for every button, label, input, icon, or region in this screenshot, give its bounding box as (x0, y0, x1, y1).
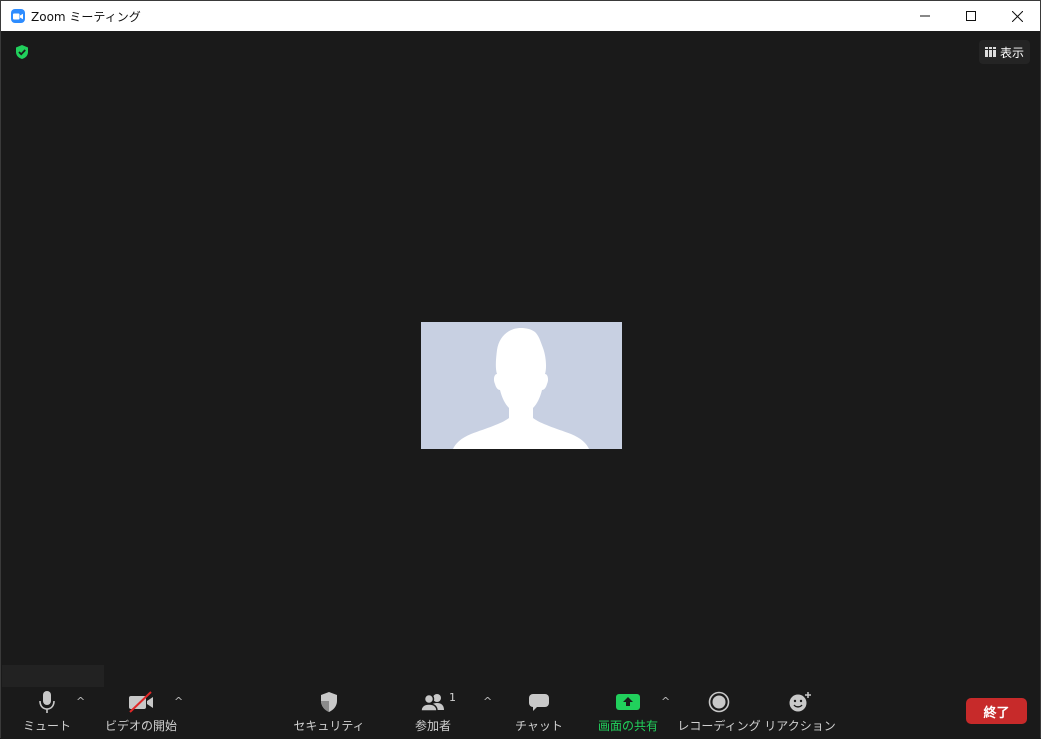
share-screen-button[interactable]: 画面の共有 (594, 689, 662, 737)
zoom-meeting-window: Zoom ミーティング 表示 ミュート ^ ビデオの開始 ^ セキュリティ 参加… (0, 0, 1041, 739)
view-label: 表示 (999, 45, 1024, 60)
mute-label: ミュート (23, 719, 72, 733)
grid-view-icon (984, 47, 996, 57)
video-label: ビデオの開始 (104, 719, 177, 733)
share-options-caret[interactable]: ^ (661, 695, 670, 708)
audio-options-caret[interactable]: ^ (76, 695, 85, 708)
minimize-button[interactable] (902, 1, 948, 31)
recording-button[interactable]: レコーディング (677, 689, 761, 737)
participants-count: 1 (449, 691, 456, 704)
reactions-label: リアクション (764, 719, 836, 733)
start-video-button[interactable]: ビデオの開始 (103, 689, 179, 737)
video-off-icon (127, 689, 155, 715)
participants-icon (420, 689, 446, 715)
title-bar: Zoom ミーティング (1, 1, 1040, 31)
chat-button[interactable]: チャット (515, 689, 563, 737)
window-title: Zoom ミーティング (31, 9, 141, 24)
mute-button[interactable]: ミュート (23, 689, 71, 737)
window-controls (902, 1, 1040, 31)
participants-label: 参加者 (414, 719, 451, 733)
end-meeting-label: 終了 (983, 705, 1010, 721)
participant-name-bar (2, 665, 104, 687)
view-button[interactable]: 表示 (978, 40, 1030, 64)
smiley-add-icon (788, 689, 812, 715)
maximize-button[interactable] (948, 1, 994, 31)
maximize-icon (966, 11, 976, 21)
zoom-app-icon (11, 9, 25, 23)
participants-options-caret[interactable]: ^ (483, 695, 492, 708)
meeting-security-shield-icon[interactable] (13, 43, 31, 61)
chat-bubble-icon (528, 689, 550, 715)
share-screen-icon (615, 689, 641, 715)
minimize-icon (920, 15, 930, 17)
security-button[interactable]: セキュリティ (293, 689, 365, 737)
video-options-caret[interactable]: ^ (174, 695, 183, 708)
security-shield-icon (319, 689, 339, 715)
reactions-button[interactable]: リアクション (764, 689, 836, 737)
participant-avatar (421, 322, 622, 449)
microphone-icon (38, 689, 56, 715)
recording-label: レコーディング (677, 719, 761, 733)
record-icon (708, 689, 730, 715)
security-label: セキュリティ (293, 719, 365, 733)
end-meeting-button[interactable]: 終了 (966, 698, 1027, 724)
close-icon (1011, 10, 1023, 22)
meeting-toolbar: ミュート ^ ビデオの開始 ^ セキュリティ 参加者 1 ^ チャット 画面の共… (1, 687, 1040, 739)
share-screen-label: 画面の共有 (597, 719, 658, 733)
close-button[interactable] (994, 1, 1040, 31)
chat-label: チャット (515, 719, 563, 733)
person-silhouette-icon (453, 328, 589, 449)
